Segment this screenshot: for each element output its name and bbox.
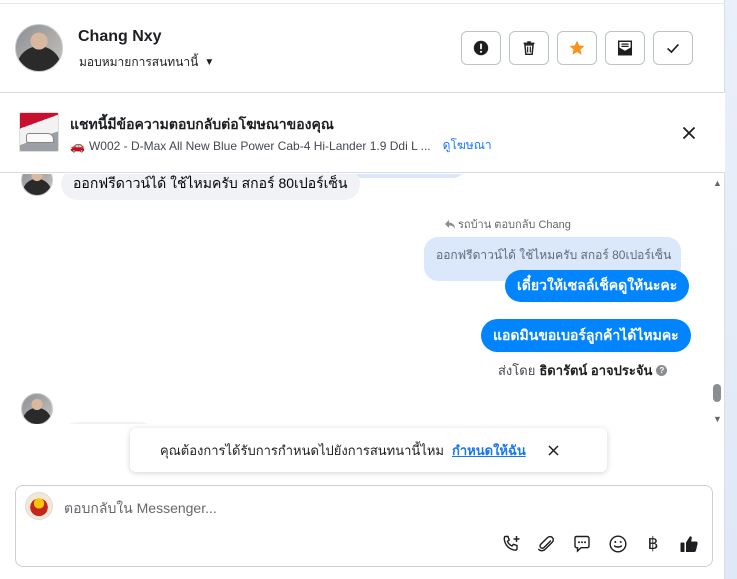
scroll-down-icon[interactable]: ▼ [713, 414, 722, 424]
baht-icon: ฿ [647, 534, 659, 554]
incoming-message-partial[interactable] [61, 422, 156, 424]
close-icon [548, 444, 559, 456]
message-list[interactable]: ออกฟรีดาวน์ได้ ใช้ไหมครับ สกอร์ 80เปอร์เ… [0, 174, 711, 424]
assign-conversation-dropdown[interactable]: มอบหมายการสนทนานี้ ▼ [79, 53, 214, 72]
contact-avatar-small [21, 174, 53, 196]
paperclip-icon [538, 535, 554, 552]
emoji-button[interactable] [606, 532, 630, 556]
call-plus-icon [503, 535, 520, 551]
toast-text: คุณต้องการได้รับการกำหนดไปยังการสนทนานี้… [160, 442, 444, 458]
view-ad-link[interactable]: ดูโฆษณา [443, 136, 492, 155]
report-button[interactable] [461, 31, 501, 65]
contact-name[interactable]: Chang Nxy [78, 28, 162, 46]
ad-name: W002 - D-Max All New Blue Power Cab-4 Hi… [88, 138, 431, 153]
call-button[interactable] [499, 532, 523, 556]
contact-avatar[interactable] [15, 24, 63, 72]
ad-thumbnail[interactable] [19, 112, 59, 152]
info-icon[interactable]: ? [656, 365, 668, 376]
assign-prompt-toast: คุณต้องการได้รับการกำหนดไปยังการสนทนานี้… [130, 428, 607, 472]
reply-arrow-icon [445, 219, 455, 229]
sent-by-prefix: ส่งโดย [498, 363, 536, 378]
background-strip [725, 0, 737, 579]
alert-circle-icon [473, 40, 489, 56]
like-button[interactable] [677, 532, 701, 556]
conversation-header: Chang Nxy มอบหมายการสนทนานี้ ▼ [0, 4, 725, 93]
ad-banner-subtitle: 🚗 W002 - D-Max All New Blue Power Cab-4 … [70, 136, 492, 155]
star-button[interactable] [557, 31, 597, 65]
sent-by-label: ส่งโดย ธิดารัตน์ อาจประจัน ? [498, 360, 668, 381]
ad-reply-banner: แชทนี้มีข้อความตอบกลับต่อโฆษณาของคุณ 🚗 W… [0, 93, 725, 173]
chat-bubble-icon [574, 535, 590, 553]
reply-indicator: รถบ้าน ตอบกลับ Chang [444, 215, 571, 233]
messenger-page: Chang Nxy มอบหมายการสนทนานี้ ▼ แชทนี้มีข… [0, 0, 737, 579]
toast-close-button[interactable] [546, 442, 562, 458]
close-icon [682, 126, 696, 140]
saved-replies-button[interactable] [570, 532, 594, 556]
mark-unread-button[interactable] [605, 31, 645, 65]
mark-done-button[interactable] [653, 31, 693, 65]
check-icon [667, 43, 679, 54]
reply-input[interactable] [64, 498, 664, 518]
scroll-thumb[interactable] [713, 384, 721, 402]
thumbs-up-icon [680, 536, 698, 552]
ad-banner-title: แชทนี้มีข้อความตอบกลับต่อโฆษณาของคุณ [70, 116, 334, 132]
mail-icon [617, 40, 633, 56]
reply-label-text: รถบ้าน ตอบกลับ Chang [458, 219, 571, 231]
star-icon [569, 40, 585, 55]
outgoing-message[interactable]: เดี๋ยวให้เซลล์เช็คดูให้นะคะ [505, 270, 690, 302]
contact-avatar-small [21, 393, 53, 424]
car-image [26, 133, 54, 143]
assign-to-me-link[interactable]: กำหนดให้ฉัน [452, 440, 526, 461]
payment-button[interactable]: ฿ [641, 532, 665, 556]
conversation-panel: Chang Nxy มอบหมายการสนทนานี้ ▼ แชทนี้มีข… [0, 0, 725, 579]
sent-by-name: ธิดารัตน์ อาจประจัน [539, 363, 653, 378]
caret-down-icon: ▼ [204, 57, 215, 68]
trash-icon [523, 41, 535, 56]
outgoing-message[interactable]: แอดมินขอเบอร์ลูกค้าได้ไหมคะ [481, 319, 691, 352]
assign-label: มอบหมายการสนทนานี้ [79, 55, 199, 69]
incoming-message[interactable]: ออกฟรีดาวน์ได้ ใช้ไหมครับ สกอร์ 80เปอร์เ… [61, 174, 360, 200]
delete-button[interactable] [509, 31, 549, 65]
close-banner-button[interactable] [679, 123, 699, 143]
message-scrollbar[interactable]: ▲ ▼ [711, 174, 723, 426]
page-avatar [25, 492, 53, 520]
truck-icon: 🚗 [70, 138, 85, 153]
attach-button[interactable] [534, 532, 558, 556]
scroll-up-icon[interactable]: ▲ [713, 178, 722, 188]
message-composer: ฿ [15, 485, 713, 567]
smiley-icon [609, 535, 627, 553]
